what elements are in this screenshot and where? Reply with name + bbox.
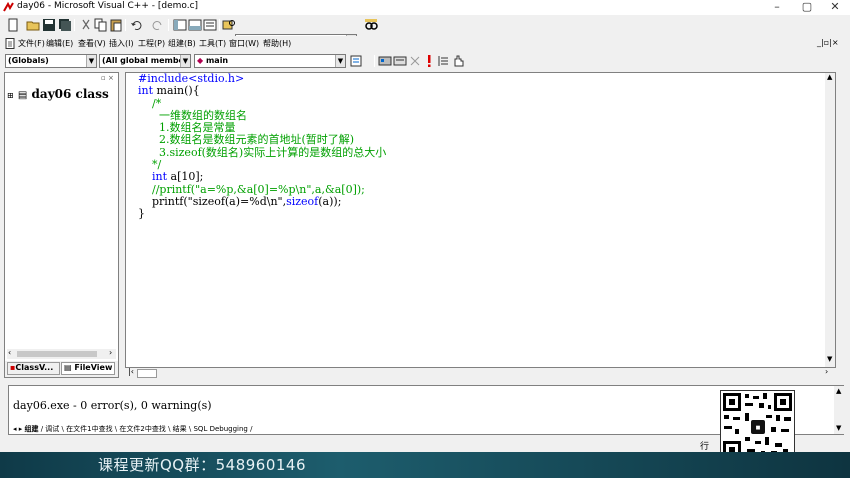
code-token: 一维数组的数组名 — [138, 108, 247, 122]
code-line[interactable]: } — [138, 208, 386, 220]
paste-icon[interactable] — [109, 18, 123, 32]
classes-folder-icon: ▤ — [17, 90, 28, 101]
output-tab-sql[interactable]: SQL Debugging — [193, 425, 247, 433]
code-token: 2.数组名是数组元素的首地址(暂时了解) — [138, 133, 355, 147]
output-tab-nav[interactable]: ◂ ▸ — [13, 425, 24, 433]
code-token: int — [138, 84, 154, 98]
execute-icon[interactable] — [422, 54, 436, 68]
breakpoint-hand-icon[interactable] — [451, 54, 465, 68]
menu-edit[interactable]: 编辑(E) — [46, 38, 73, 49]
output-tab-results[interactable]: 结果 — [173, 425, 187, 433]
workspace-panel: ▫ × ⊞ ▤ day06 class ‹ › ▪ClassV... ▤ Fil… — [4, 72, 119, 378]
new-file-icon[interactable] — [6, 18, 20, 32]
wizard-bar: (Globals) ▼ (All global members ▼ ◆ main ▼ — [0, 53, 850, 70]
code-line[interactable]: int main(){ — [138, 85, 386, 97]
find-icon[interactable] — [364, 18, 378, 32]
stop-build-icon[interactable] — [408, 54, 422, 68]
code-line[interactable]: 3.sizeof(数组名)实际上计算的是数组的总大小 — [138, 145, 387, 159]
menu-window[interactable]: 窗口(W) — [229, 38, 259, 49]
save-icon[interactable] — [42, 18, 56, 32]
line-indicator: 行 — [700, 442, 710, 452]
class-combo[interactable]: (Globals) ▼ — [5, 54, 97, 68]
code-editor[interactable]: #include<stdio.h> int main(){ /* 一维数组的数组名… — [125, 72, 836, 368]
code-token: */ — [138, 158, 162, 172]
save-all-icon[interactable] — [57, 18, 71, 32]
cut-icon[interactable] — [79, 18, 93, 32]
output-vscrollbar[interactable]: ▲ ▼ — [834, 386, 844, 434]
fileview-icon: ▤ — [64, 363, 72, 372]
panel-close-controls[interactable]: ▫ × — [101, 74, 114, 82]
mdi-window-controls[interactable]: _|▫|× — [817, 38, 839, 47]
code-token: } — [138, 207, 145, 221]
tree-item-classes[interactable]: ⊞ ▤ day06 class — [7, 87, 109, 101]
maximize-button[interactable]: ▢ — [792, 0, 822, 15]
wizard-actions-icon[interactable] — [350, 54, 364, 68]
banner-text: 课程更新QQ群：548960146 — [98, 456, 307, 474]
find-in-files-icon[interactable] — [222, 18, 236, 32]
workspace-hscrollbar[interactable]: ‹ › — [7, 348, 116, 359]
undo-icon[interactable] — [130, 18, 144, 32]
code-token: int — [152, 170, 168, 184]
minimize-button[interactable]: – — [762, 0, 792, 15]
code-text[interactable]: #include<stdio.h> int main(){ /* 一维数组的数组名… — [138, 73, 386, 221]
output-window: day06.exe - 0 error(s), 0 warning(s) ◂ ▸… — [8, 385, 844, 435]
course-banner: 课程更新QQ群：548960146 — [0, 452, 850, 478]
editor-hscrollbar[interactable]: |‹ › — [125, 367, 836, 379]
code-token: (a)); — [318, 194, 342, 208]
go-debug-icon[interactable] — [436, 54, 450, 68]
compile-icon[interactable] — [378, 54, 392, 68]
editor-vscrollbar[interactable]: ▲ ▼ — [825, 73, 835, 367]
close-button[interactable]: ✕ — [820, 0, 850, 15]
standard-toolbar: ▼ — [0, 16, 850, 48]
menu-file[interactable]: 文件(F) — [18, 38, 45, 49]
window-title: day06 - Microsoft Visual C++ - [demo.c] — [17, 1, 199, 11]
redo-icon[interactable] — [150, 18, 164, 32]
menu-insert[interactable]: 插入(I) — [109, 38, 134, 49]
output-window-icon[interactable] — [188, 18, 202, 32]
menu-help[interactable]: 帮助(H) — [263, 38, 291, 49]
code-token: sizeof — [286, 194, 319, 208]
open-folder-icon[interactable] — [26, 18, 40, 32]
output-tab-find2[interactable]: 在文件2中查找 — [119, 425, 165, 433]
function-icon: ◆ — [197, 56, 204, 65]
code-token: a[10]; — [167, 170, 204, 184]
window-list-icon[interactable] — [203, 18, 217, 32]
document-icon — [5, 38, 15, 49]
tab-classview[interactable]: ▪ClassV... — [7, 362, 60, 375]
output-tab-find1[interactable]: 在文件1中查找 — [66, 425, 112, 433]
code-token: printf("sizeof(a)=%d\n", — [138, 194, 287, 208]
menu-bar: 文件(F) 编辑(E) 查看(V) 插入(I) 工程(P) 组建(B) 工具(T… — [0, 36, 850, 52]
build-result-text: day06.exe - 0 error(s), 0 warning(s) — [13, 399, 212, 412]
output-tab-debug[interactable]: 调试 — [45, 425, 59, 433]
copy-icon[interactable] — [94, 18, 108, 32]
expand-plus-icon[interactable]: ⊞ — [7, 91, 14, 100]
code-line[interactable]: printf("sizeof(a)=%d\n",sizeof(a)); — [138, 194, 386, 208]
member-combo[interactable]: ◆ main ▼ — [194, 54, 346, 68]
workspace-tabs: ▪ClassV... ▤ FileView — [5, 361, 118, 377]
menu-view[interactable]: 查看(V) — [78, 38, 106, 49]
code-token: #include<stdio.h> — [138, 72, 245, 85]
output-tabs: ◂ ▸ 组建 / 调试 \ 在文件1中查找 \ 在文件2中查找 \ 结果 \ S… — [13, 425, 253, 433]
svg-text:■: ■ — [756, 425, 761, 431]
tab-fileview[interactable]: ▤ FileView — [61, 362, 115, 375]
filter-combo[interactable]: (All global members ▼ — [99, 54, 191, 68]
build-icon[interactable] — [393, 54, 407, 68]
code-token: main(){ — [153, 84, 200, 98]
code-token: 3.sizeof(数组名)实际上计算的是数组的总大小 — [138, 145, 387, 159]
output-tab-build[interactable]: 组建 — [24, 425, 38, 433]
menu-tools[interactable]: 工具(T) — [199, 38, 226, 49]
title-bar: day06 - Microsoft Visual C++ - [demo.c] … — [0, 0, 850, 15]
menu-build[interactable]: 组建(B) — [168, 38, 196, 49]
code-token: /* — [138, 96, 162, 110]
menu-project[interactable]: 工程(P) — [138, 38, 165, 49]
code-token: //printf("a=%p,&a[0]=%p\n",a,&a[0]); — [138, 182, 365, 196]
visual-cpp-icon — [3, 2, 14, 12]
workspace-icon[interactable] — [173, 18, 187, 32]
